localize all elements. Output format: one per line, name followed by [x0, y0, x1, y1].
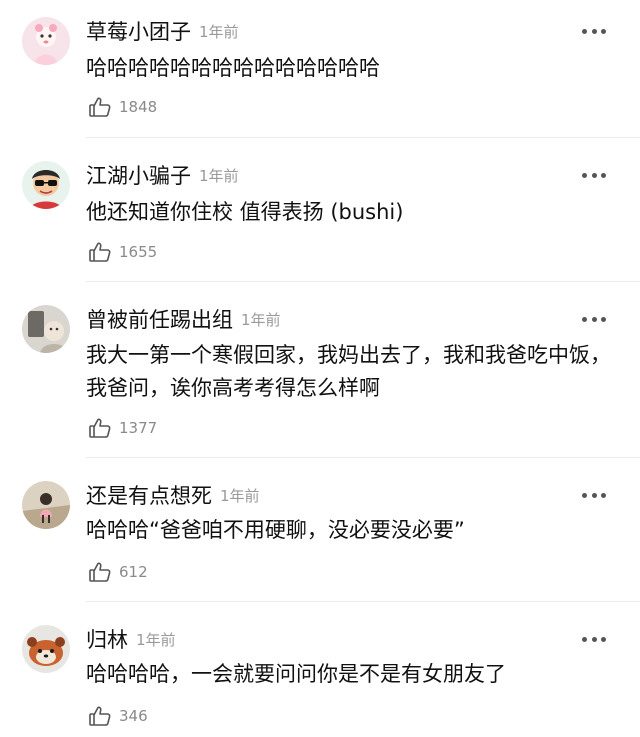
more-dots-icon[interactable]	[582, 26, 606, 36]
more-dots-icon[interactable]	[582, 170, 606, 180]
comment-author[interactable]: 还是有点想死 1年前	[86, 483, 260, 509]
thumbs-up-icon	[89, 706, 111, 726]
author-name[interactable]: 草莓小团子	[86, 20, 191, 44]
thumbs-up-icon	[89, 418, 111, 438]
comment-time: 1年前	[241, 311, 281, 329]
like-count: 1377	[119, 419, 158, 437]
avatar[interactable]	[22, 481, 70, 529]
avatar[interactable]	[22, 17, 70, 65]
comment-text: 哈哈哈哈哈哈哈哈哈哈哈哈哈哈	[86, 56, 380, 80]
like-count: 612	[119, 563, 148, 581]
author-name[interactable]: 江湖小骗子	[86, 164, 191, 188]
like-count: 1655	[119, 243, 158, 261]
comment-time: 1年前	[199, 23, 239, 41]
comment-time: 1年前	[136, 631, 176, 649]
avatar[interactable]	[22, 305, 70, 353]
more-dots-icon[interactable]	[582, 490, 606, 500]
divider	[86, 601, 640, 602]
author-name[interactable]: 归林	[86, 628, 128, 652]
like-button[interactable]: 1377	[88, 416, 157, 440]
comment-author[interactable]: 江湖小骗子 1年前	[86, 163, 239, 189]
more-dots-icon[interactable]	[582, 634, 606, 644]
comment-author[interactable]: 草莓小团子 1年前	[86, 19, 239, 45]
comment-author[interactable]: 曾被前任踢出组 1年前	[86, 307, 281, 333]
comment-text: 哈哈哈“爸爸咱不用硬聊，没必要没必要”	[86, 518, 465, 542]
avatar[interactable]	[22, 625, 70, 673]
author-name[interactable]: 曾被前任踢出组	[86, 308, 233, 332]
divider	[86, 281, 640, 282]
author-name[interactable]: 还是有点想死	[86, 484, 212, 508]
thumbs-up-icon	[89, 242, 111, 262]
like-button[interactable]: 1655	[88, 240, 157, 264]
avatar[interactable]	[22, 161, 70, 209]
like-count: 346	[119, 707, 148, 725]
like-button[interactable]: 612	[88, 560, 148, 584]
comment-author[interactable]: 归林 1年前	[86, 627, 176, 653]
like-count: 1848	[119, 98, 158, 116]
divider	[86, 137, 640, 138]
thumbs-up-icon	[89, 97, 111, 117]
like-button[interactable]: 346	[88, 704, 148, 728]
like-button[interactable]: 1848	[88, 95, 157, 119]
comment-time: 1年前	[220, 487, 260, 505]
comment-text: 他还知道你住校 值得表扬 (bushi)	[86, 200, 404, 224]
comment-time: 1年前	[199, 167, 239, 185]
divider	[86, 457, 640, 458]
thumbs-up-icon	[89, 562, 111, 582]
comment-text: 哈哈哈哈，一会就要问问你是不是有女朋友了	[86, 662, 506, 686]
more-dots-icon[interactable]	[582, 314, 606, 324]
comment-text: 我大一第一个寒假回家，我妈出去了，我和我爸吃中饭，我爸问，诶你高考考得怎么样啊	[86, 343, 611, 400]
